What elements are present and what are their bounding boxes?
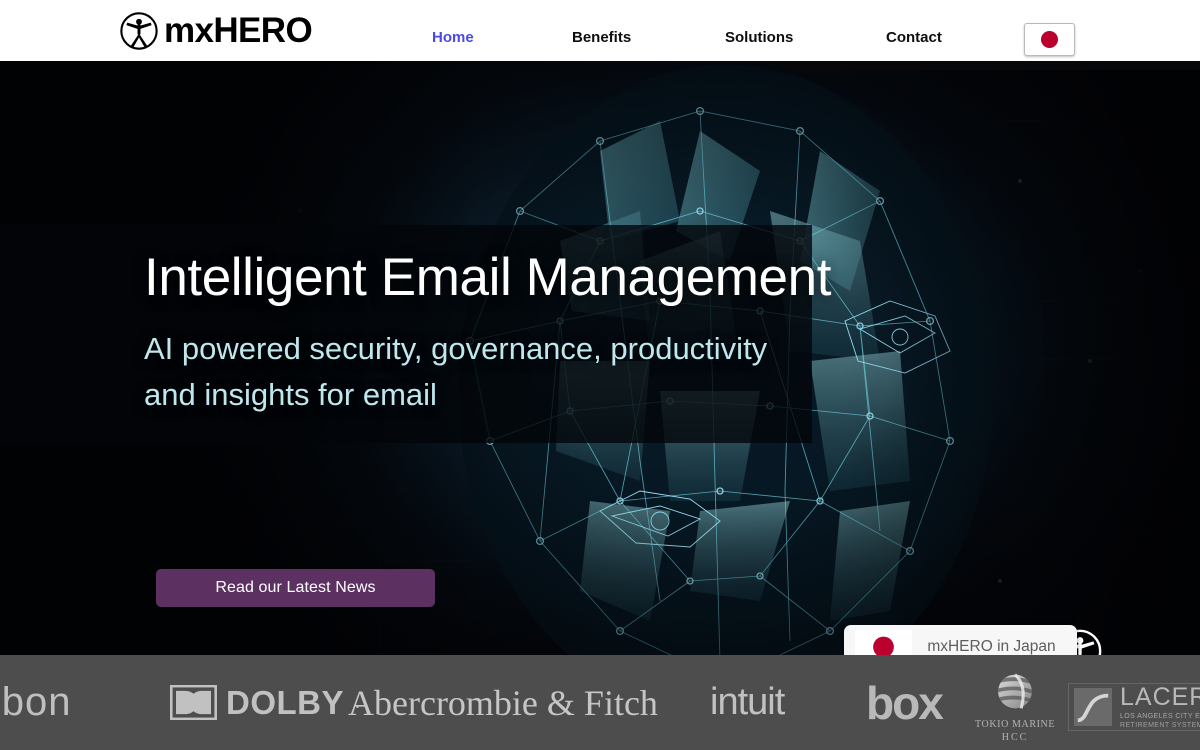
dolby-double-d-icon	[170, 685, 217, 720]
logo-milbon: ilbon	[0, 655, 72, 750]
logo-dolby: DOLBY .	[170, 655, 360, 750]
logo-box-text: box	[866, 676, 944, 729]
japan-flag-icon	[1026, 24, 1073, 55]
mxhero-japan-widget[interactable]: mxHERO in Japan	[844, 625, 1077, 655]
brand-name: mxHERO	[164, 11, 313, 50]
customer-logo-strip: ilbon DOLBY . Abercrombie & Fitch intuit…	[0, 655, 1200, 750]
site-header: mxHERO Home Benefits Solutions Contact	[0, 0, 1200, 61]
mxhero-japan-label: mxHERO in Japan	[927, 638, 1056, 655]
japan-flag-icon	[855, 630, 912, 655]
logo-tokio-marine-subtext: HCC	[1001, 732, 1029, 743]
logo-dolby-text: DOLBY	[226, 683, 344, 721]
brand-logo[interactable]: mxHERO	[118, 10, 313, 52]
read-latest-news-button[interactable]: Read our Latest News	[156, 569, 435, 607]
logo-tokio-marine-text: TOKIO MARINE	[975, 719, 1056, 730]
logo-abercrombie-fitch: Abercrombie & Fitch	[348, 655, 658, 750]
logo-lacers: LACER LOS ANGELES CITY EMPL RETIREMENT S…	[1068, 659, 1200, 750]
page-root: mxHERO Home Benefits Solutions Contact I…	[0, 0, 1200, 750]
nav-item-contact[interactable]: Contact	[886, 29, 942, 46]
logo-lacers-text: LACER	[1120, 682, 1200, 711]
logo-milbon-text: ilbon	[0, 680, 72, 724]
nav-item-solutions[interactable]: Solutions	[725, 29, 793, 46]
logo-intuit-text: intuit	[710, 681, 785, 723]
nav-item-benefits[interactable]: Benefits	[572, 29, 631, 46]
logo-intuit: intuit	[710, 655, 785, 750]
logo-lacers-subtext2: RETIREMENT SYSTEM	[1120, 721, 1200, 729]
hero-subheadline: AI powered security, governance, product…	[144, 331, 768, 412]
language-switch-button[interactable]	[1024, 23, 1075, 56]
lacers-curve-icon	[1074, 687, 1112, 726]
logo-lacers-subtext: LOS ANGELES CITY EMPL	[1120, 712, 1200, 720]
hero-section: Intelligent Email Management AI powered …	[0, 61, 1200, 655]
mxhero-logo-icon	[118, 10, 160, 52]
nav-item-home[interactable]: Home	[432, 29, 474, 46]
tokio-marine-globe-icon	[998, 673, 1032, 709]
logo-tokio-marine-hcc: TOKIO MARINE HCC	[975, 659, 1055, 750]
hero-headline: Intelligent Email Management	[144, 248, 832, 307]
logo-box: box	[866, 655, 944, 750]
main-nav: Home Benefits Solutions Contact	[420, 0, 980, 61]
logo-abercrombie-fitch-text: Abercrombie & Fitch	[348, 682, 658, 723]
